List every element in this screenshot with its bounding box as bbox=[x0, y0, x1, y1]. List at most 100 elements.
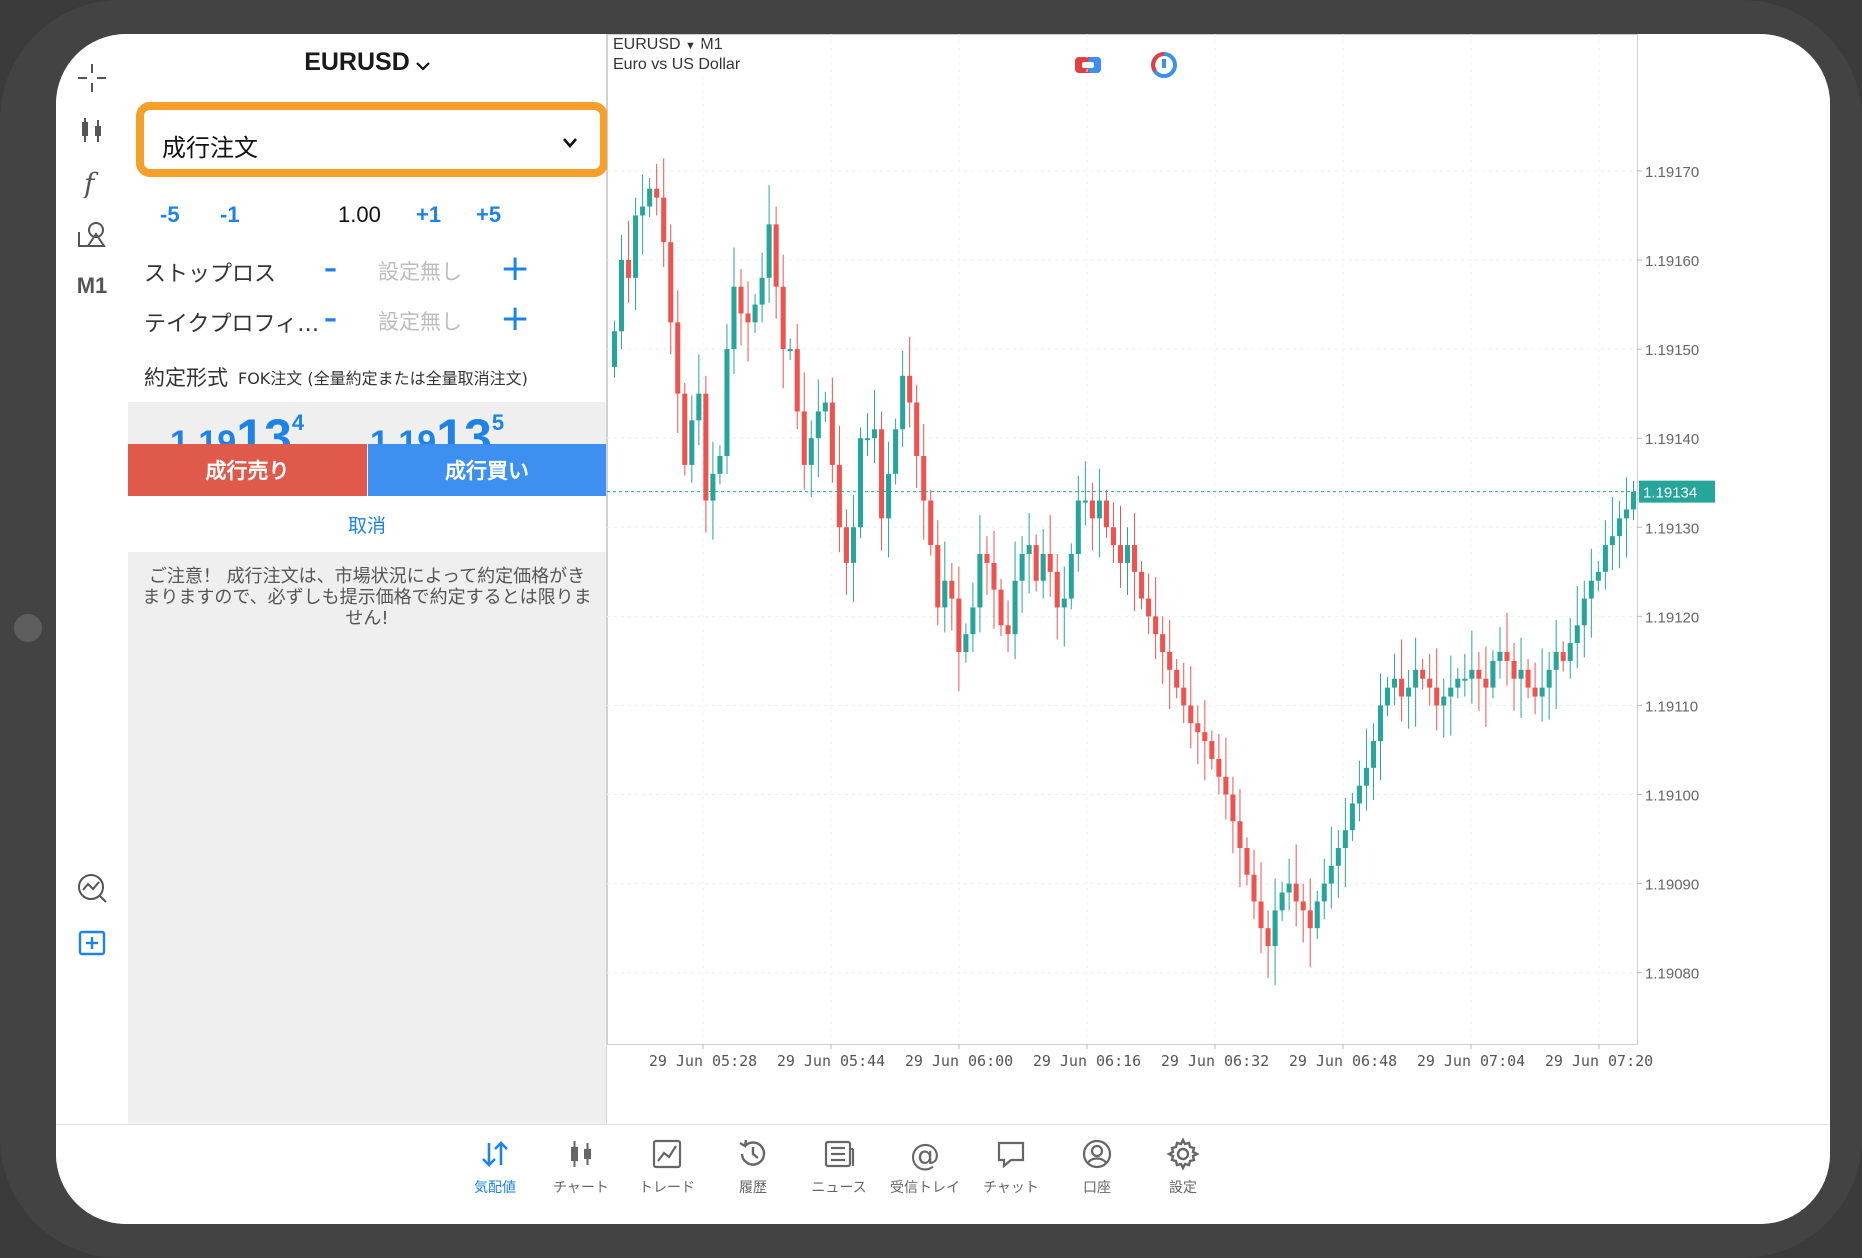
volume-plus-1-button[interactable]: +1 bbox=[416, 202, 441, 228]
nav-account[interactable]: 口座 bbox=[1052, 1133, 1142, 1217]
candle-up bbox=[1546, 669, 1552, 688]
nav-history[interactable]: 履歴 bbox=[708, 1133, 798, 1217]
volume-minus-1-button[interactable]: -1 bbox=[220, 202, 240, 228]
nav-chart[interactable]: チャート bbox=[536, 1133, 626, 1217]
candle-up bbox=[893, 429, 899, 474]
nav-chart-label: チャート bbox=[553, 1180, 609, 1196]
candle-up bbox=[1441, 696, 1447, 706]
sell-by-market-button[interactable]: 成行売り bbox=[128, 444, 367, 496]
candle-down bbox=[1153, 616, 1159, 635]
fill-policy-row[interactable]: 約定形式 FOK注文 (全量約定または全量取消注文) bbox=[128, 362, 606, 402]
nav-chat[interactable]: チャット bbox=[966, 1133, 1056, 1217]
candle-down bbox=[668, 242, 674, 323]
fill-policy-value: FOK注文 (全量約定または全量取消注文) bbox=[238, 369, 528, 388]
nav-inbox[interactable]: @ 受信トレイ bbox=[880, 1133, 970, 1217]
home-dot bbox=[14, 614, 42, 642]
candle-up bbox=[1553, 652, 1559, 670]
candle-down bbox=[1139, 571, 1145, 599]
candle-down bbox=[780, 286, 786, 350]
stop-loss-value[interactable]: 設定無し bbox=[378, 256, 462, 286]
quotes-arrows-icon bbox=[482, 1141, 508, 1167]
at-sign-icon: @ bbox=[910, 1138, 940, 1171]
take-profit-minus-button[interactable]: – bbox=[324, 304, 337, 334]
news-icon bbox=[824, 1140, 855, 1168]
volume-minus-5-button[interactable]: -5 bbox=[160, 202, 180, 228]
nav-quotes[interactable]: 気配値 bbox=[450, 1133, 540, 1217]
candle-down bbox=[921, 456, 927, 501]
take-profit-row: テイクプロフィ… – 設定無し + bbox=[128, 298, 606, 356]
candle-up bbox=[864, 438, 871, 441]
candle-down bbox=[1110, 527, 1116, 546]
candle-up bbox=[1588, 580, 1594, 599]
candle-up bbox=[1342, 830, 1348, 848]
candle-down bbox=[1504, 652, 1510, 661]
candle-up bbox=[710, 473, 716, 501]
volume-value[interactable]: 1.00 bbox=[338, 202, 381, 228]
candle-down bbox=[773, 224, 779, 287]
candles-icon[interactable] bbox=[68, 106, 116, 154]
candle-up bbox=[1490, 660, 1496, 688]
market-order-notice: ご注意！ 成行注文は、市場状況によって約定価格がきまりますので、必ずしも提示価格… bbox=[142, 566, 592, 629]
buy-by-market-button[interactable]: 成行買い bbox=[368, 444, 606, 496]
time-axis-label: 29 Jun 05:44 bbox=[777, 1052, 885, 1070]
nav-account-label: 口座 bbox=[1083, 1180, 1111, 1196]
candle-down bbox=[1293, 883, 1299, 902]
nav-trade[interactable]: トレード bbox=[622, 1133, 712, 1217]
candle-up bbox=[724, 349, 730, 456]
candle-down bbox=[1476, 669, 1482, 679]
time-axis-label: 29 Jun 07:04 bbox=[1417, 1052, 1525, 1070]
candle-down bbox=[1054, 571, 1060, 608]
price-chart[interactable]: EURUSD ▼ M1 Euro vs US Dollar 1.19170 1.1… bbox=[607, 34, 1830, 1124]
candle-up bbox=[1012, 580, 1018, 635]
candle-up bbox=[1518, 669, 1524, 679]
candle-up bbox=[1356, 785, 1362, 804]
stop-loss-plus-button[interactable]: + bbox=[500, 248, 530, 289]
order-type-select[interactable]: 成行注文 bbox=[136, 102, 608, 177]
candle-down bbox=[1434, 687, 1440, 706]
take-profit-value[interactable]: 設定無し bbox=[378, 306, 462, 336]
chart-analysis-icon[interactable] bbox=[68, 864, 116, 912]
candle-down bbox=[1300, 901, 1306, 911]
candle-up bbox=[640, 206, 646, 216]
candle-down bbox=[1160, 634, 1166, 652]
candle-down bbox=[998, 589, 1004, 626]
nav-settings[interactable]: 設定 bbox=[1138, 1133, 1228, 1217]
candle-down bbox=[661, 197, 667, 243]
candle-up bbox=[850, 527, 856, 563]
nav-quotes-label: 気配値 bbox=[474, 1180, 516, 1196]
indicator-function-icon[interactable]: f bbox=[68, 158, 116, 206]
candle-up bbox=[1328, 865, 1334, 884]
bottom-navigation: 気配値 チャート トレード 履歴 ニュース @ 受信トレイ チャット 口座 設定 bbox=[56, 1124, 1830, 1224]
candle-up bbox=[1124, 545, 1131, 563]
volume-plus-5-button[interactable]: +5 bbox=[476, 202, 501, 228]
chart-candles-icon bbox=[571, 1141, 591, 1167]
candle-up bbox=[963, 634, 969, 652]
candle-down bbox=[1230, 794, 1236, 822]
cancel-button[interactable]: 取消 bbox=[128, 496, 606, 552]
objects-icon[interactable] bbox=[68, 210, 116, 258]
candle-up bbox=[1602, 545, 1608, 572]
crosshair-icon[interactable] bbox=[68, 54, 116, 102]
time-axis-label: 29 Jun 06:00 bbox=[905, 1052, 1013, 1070]
candle-down bbox=[1560, 652, 1566, 661]
symbol-selector[interactable]: EURUSD bbox=[128, 48, 606, 78]
nav-news[interactable]: ニュース bbox=[794, 1133, 884, 1217]
tablet-frame: f M1 EURUSD 成行注文 -5 -1 1.00 +1 +5 ストップロス… bbox=[0, 0, 1862, 1258]
candle-down bbox=[1209, 741, 1215, 759]
candle-up bbox=[1377, 705, 1384, 742]
candlestick-plot[interactable]: 1.19170 1.19160 1.19150 1.19140 1.19130 1.191… bbox=[607, 34, 1830, 1124]
candle-down bbox=[1237, 821, 1243, 848]
candle-down bbox=[1265, 928, 1271, 946]
candle-down bbox=[1532, 687, 1538, 697]
new-order-icon[interactable] bbox=[68, 918, 116, 966]
timeframe-button[interactable]: M1 bbox=[68, 262, 116, 310]
candle-up bbox=[717, 456, 723, 474]
svg-text:f: f bbox=[82, 167, 99, 198]
candle-up bbox=[1462, 678, 1468, 681]
stop-loss-minus-button[interactable]: – bbox=[324, 254, 337, 284]
candle-up bbox=[787, 349, 793, 352]
take-profit-plus-button[interactable]: + bbox=[500, 298, 530, 339]
candle-down bbox=[1167, 652, 1173, 670]
candle-down bbox=[703, 393, 709, 501]
candle-up bbox=[633, 215, 639, 278]
